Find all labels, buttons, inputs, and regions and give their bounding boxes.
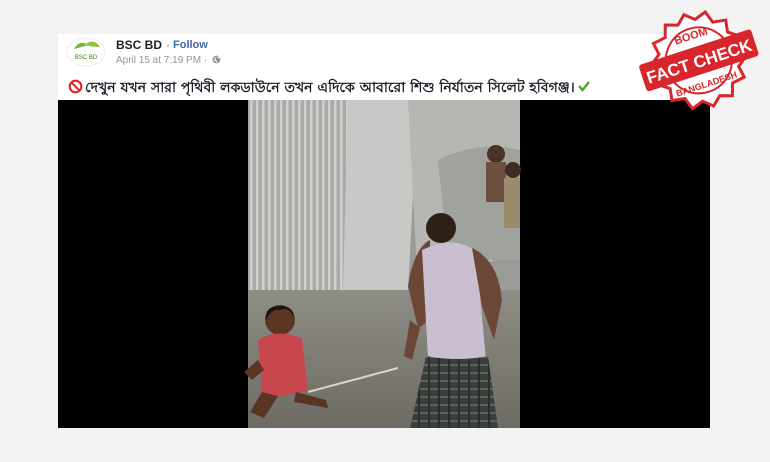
facebook-post-card: BSC BD BSC BD · Follow April 15 at 7:19 … xyxy=(58,34,710,428)
page-avatar[interactable]: BSC BD xyxy=(66,37,106,67)
page-name[interactable]: BSC BD xyxy=(116,38,162,52)
name-separator: · xyxy=(166,38,170,52)
post-text: দেখুন যখন সারা পৃথিবী লকডাউনে তখন এদিকে … xyxy=(68,76,708,96)
meta-separator: · xyxy=(203,55,208,66)
follow-button[interactable]: Follow xyxy=(173,39,208,51)
post-meta: April 15 at 7:19 PM · xyxy=(116,55,221,67)
check-mark-icon xyxy=(577,79,591,96)
post-timestamp[interactable]: April 15 at 7:19 PM xyxy=(116,55,201,66)
post-text-content: দেখুন যখন সারা পৃথিবী লকডাউনে তখন এদিকে … xyxy=(85,80,575,96)
video-player[interactable] xyxy=(58,100,710,428)
globe-icon xyxy=(212,55,221,67)
no-entry-icon xyxy=(68,79,83,96)
post-header: BSC BD BSC BD · Follow April 15 at 7:19 … xyxy=(58,34,710,68)
avatar-text: BSC BD xyxy=(75,55,98,61)
